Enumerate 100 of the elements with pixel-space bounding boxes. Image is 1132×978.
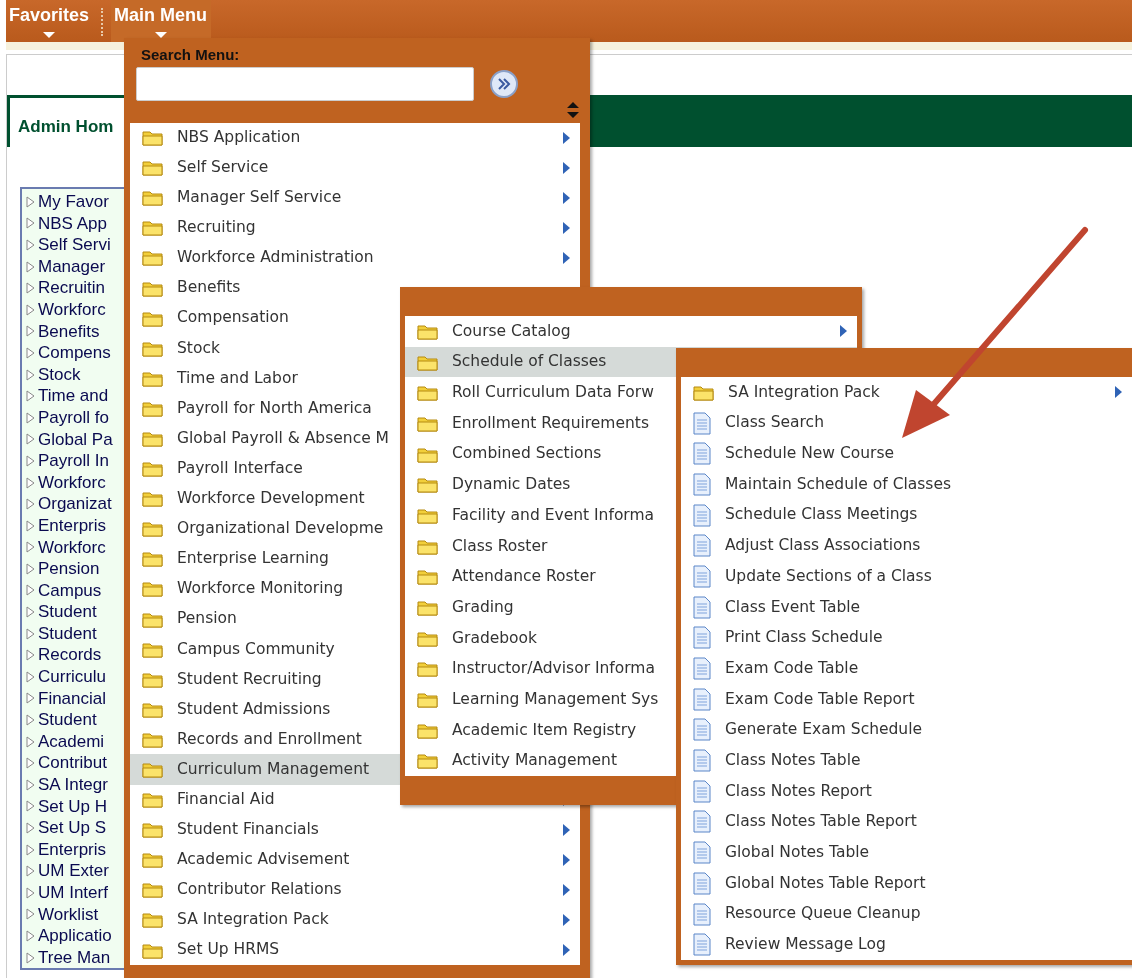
- tree-item[interactable]: UM Exter: [38, 860, 109, 882]
- menu-item[interactable]: Course Catalog: [405, 316, 857, 347]
- expand-triangle-icon[interactable]: [26, 670, 35, 683]
- tree-item[interactable]: Academi: [38, 730, 105, 753]
- tree-item[interactable]: Time and: [38, 385, 109, 407]
- expand-triangle-icon[interactable]: [26, 195, 35, 208]
- tree-item[interactable]: UM Interf: [38, 882, 108, 904]
- expand-triangle-icon[interactable]: [26, 714, 35, 727]
- menu-item[interactable]: Class Search: [681, 407, 1132, 439]
- tree-item[interactable]: Global Pa: [38, 428, 113, 451]
- expand-triangle-icon[interactable]: [26, 843, 35, 856]
- tree-item[interactable]: Stock: [38, 363, 81, 386]
- tree-item[interactable]: Student: [38, 601, 97, 623]
- menu-item[interactable]: Academic Advisement: [130, 844, 580, 875]
- menu-item[interactable]: Exam Code Table Report: [681, 683, 1132, 715]
- menu-item[interactable]: Review Message Log: [681, 929, 1132, 961]
- expand-triangle-icon[interactable]: [26, 778, 35, 791]
- expand-triangle-icon[interactable]: [26, 411, 35, 424]
- tree-item[interactable]: Records: [38, 644, 102, 667]
- expand-triangle-icon[interactable]: [26, 951, 35, 964]
- menu-item[interactable]: Maintain Schedule of Classes: [681, 469, 1132, 500]
- expand-triangle-icon[interactable]: [26, 562, 35, 575]
- menu-item[interactable]: Recruiting: [130, 212, 580, 243]
- tree-item[interactable]: Worklist: [38, 903, 99, 926]
- tree-item[interactable]: Benefits: [38, 320, 100, 343]
- menu-item[interactable]: Resource Queue Cleanup: [681, 898, 1132, 930]
- tree-item[interactable]: Enterpris: [38, 838, 107, 861]
- expand-triangle-icon[interactable]: [26, 325, 35, 338]
- expand-triangle-icon[interactable]: [26, 476, 35, 489]
- expand-triangle-icon[interactable]: [26, 908, 35, 921]
- expand-triangle-icon[interactable]: [26, 498, 35, 511]
- search-field[interactable]: [136, 66, 474, 101]
- expand-triangle-icon[interactable]: [26, 800, 35, 813]
- expand-triangle-icon[interactable]: [26, 865, 35, 878]
- menu-item[interactable]: Update Sections of a Class: [681, 561, 1132, 592]
- tree-item[interactable]: Enterpris: [38, 514, 107, 537]
- expand-triangle-icon[interactable]: [26, 541, 35, 554]
- menu-item[interactable]: Global Notes Table: [681, 837, 1132, 868]
- expand-triangle-icon[interactable]: [26, 282, 35, 295]
- tree-item[interactable]: Compens: [38, 342, 111, 364]
- menu-item[interactable]: Class Notes Report: [681, 775, 1132, 807]
- menu-item[interactable]: Adjust Class Associations: [681, 530, 1132, 562]
- expand-triangle-icon[interactable]: [26, 519, 35, 532]
- tree-item[interactable]: SA Integr: [38, 774, 108, 796]
- tree-item[interactable]: Financial: [38, 687, 107, 710]
- expand-triangle-icon[interactable]: [26, 584, 35, 597]
- search-go-button[interactable]: [490, 69, 518, 98]
- tree-item[interactable]: NBS App: [38, 212, 107, 235]
- expand-triangle-icon[interactable]: [26, 368, 35, 381]
- tree-item[interactable]: Payroll fo: [38, 406, 109, 429]
- tree-item[interactable]: Workforc: [38, 536, 106, 559]
- menu-item[interactable]: Print Class Schedule: [681, 622, 1132, 654]
- menu-item[interactable]: Contributor Relations: [130, 874, 580, 905]
- sort-icon[interactable]: [566, 100, 580, 119]
- tree-item[interactable]: Workforc: [38, 298, 106, 321]
- menu-item[interactable]: Schedule New Course: [681, 438, 1132, 470]
- expand-triangle-icon[interactable]: [26, 454, 35, 467]
- tree-item[interactable]: Recruitin: [38, 277, 106, 299]
- menu-item[interactable]: Set Up HRMS: [130, 935, 580, 966]
- tree-item[interactable]: Applicatio: [38, 925, 112, 947]
- menu-item[interactable]: Exam Code Table: [681, 653, 1132, 684]
- tree-item[interactable]: Payroll In: [38, 450, 109, 472]
- menu-item[interactable]: Generate Exam Schedule: [681, 714, 1132, 746]
- menu-item[interactable]: SA Integration Pack: [130, 904, 580, 936]
- tree-item[interactable]: Set Up S: [38, 817, 107, 839]
- tree-item[interactable]: Curriculu: [38, 666, 107, 688]
- menu-item[interactable]: Schedule Class Meetings: [681, 499, 1132, 531]
- tree-item[interactable]: My Favor: [38, 191, 109, 213]
- expand-triangle-icon[interactable]: [26, 606, 35, 619]
- expand-triangle-icon[interactable]: [26, 692, 35, 705]
- tree-item[interactable]: Manager: [38, 255, 106, 278]
- expand-triangle-icon[interactable]: [26, 757, 35, 770]
- expand-triangle-icon[interactable]: [26, 627, 35, 640]
- tree-item[interactable]: Contribut: [38, 752, 107, 775]
- menu-item[interactable]: Self Service: [130, 152, 580, 183]
- menu-item[interactable]: NBS Application: [130, 122, 580, 153]
- tree-item[interactable]: Organizat: [38, 493, 112, 515]
- tree-item[interactable]: Self Servi: [38, 234, 111, 256]
- menu-item[interactable]: Class Notes Table Report: [681, 806, 1132, 838]
- menu-item[interactable]: Global Notes Table Report: [681, 868, 1132, 899]
- expand-triangle-icon[interactable]: [26, 822, 35, 834]
- tree-item[interactable]: Student: [38, 709, 97, 731]
- expand-triangle-icon[interactable]: [26, 433, 35, 446]
- menu-item[interactable]: Class Notes Table: [681, 745, 1132, 776]
- tree-item[interactable]: Campus: [38, 579, 102, 602]
- expand-triangle-icon[interactable]: [26, 239, 35, 251]
- expand-triangle-icon[interactable]: [26, 217, 35, 230]
- expand-triangle-icon[interactable]: [26, 735, 35, 748]
- expand-triangle-icon[interactable]: [26, 390, 35, 403]
- tree-item[interactable]: Student: [38, 622, 97, 645]
- expand-triangle-icon[interactable]: [26, 260, 35, 273]
- tree-item[interactable]: Tree Man: [38, 946, 111, 969]
- expand-triangle-icon[interactable]: [26, 649, 35, 662]
- expand-triangle-icon[interactable]: [26, 303, 35, 316]
- expand-triangle-icon[interactable]: [26, 930, 35, 942]
- menu-item[interactable]: Student Financials: [130, 814, 580, 845]
- menu-item[interactable]: Class Event Table: [681, 591, 1132, 623]
- expand-triangle-icon[interactable]: [26, 346, 35, 359]
- expand-triangle-icon[interactable]: [26, 886, 35, 899]
- menu-item[interactable]: Manager Self Service: [130, 182, 580, 213]
